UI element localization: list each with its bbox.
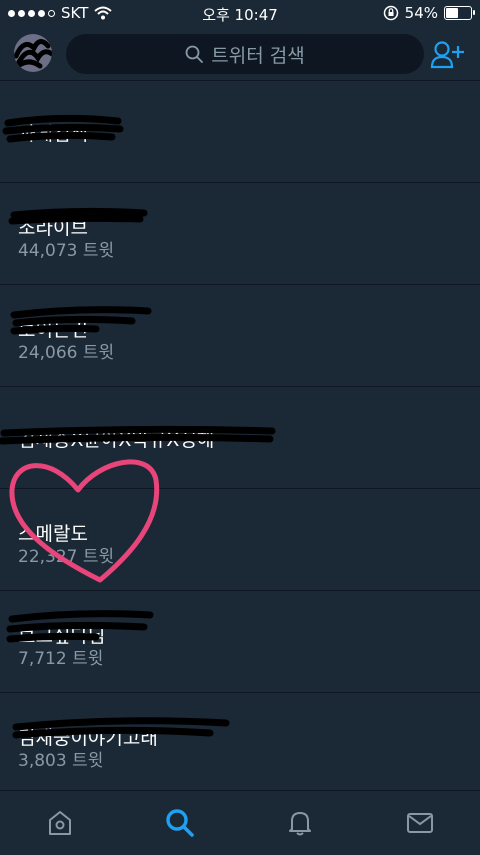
trend-item[interactable]: 보고싶다님 7,712 트윗 <box>0 591 480 693</box>
trend-count: 24,066 트윗 <box>18 343 115 363</box>
trend-item[interactable]: 보이는건 24,066 트윗 <box>0 285 480 387</box>
status-bar: SKT 오후 10:47 54% <box>0 0 480 28</box>
tab-home[interactable] <box>42 805 78 841</box>
trend-item[interactable]: 스메랄도 22,327 트윗 <box>0 489 480 591</box>
search-icon <box>185 45 204 63</box>
search-icon <box>166 809 194 837</box>
battery-percent: 54% <box>404 4 438 22</box>
add-user-icon <box>430 41 464 69</box>
bell-icon <box>289 812 311 836</box>
search-placeholder: 트위터 검색 <box>211 44 305 67</box>
mail-icon <box>407 813 433 833</box>
battery-area: 54% <box>383 4 475 22</box>
search-input[interactable]: 트위터 검색 <box>66 34 424 74</box>
avatar-scribble <box>14 39 52 72</box>
trend-count: 7,712 트윗 <box>18 649 104 669</box>
orientation-lock-icon <box>383 5 398 21</box>
tab-search[interactable] <box>162 805 198 841</box>
search-header: 트위터 검색 <box>0 28 480 81</box>
home-icon <box>49 811 71 835</box>
trend-list: 과게검색 조라이브 44,073 트윗 보이는건 24,066 트윗 김재중X윤… <box>0 81 480 795</box>
trend-count: 3,803 트윗 <box>18 751 104 771</box>
trend-count: 44,073 트윗 <box>18 241 115 261</box>
trend-count: 22,327 트윗 <box>18 547 115 567</box>
trend-title: 김재중X윤아X박규X정해 <box>18 429 215 451</box>
avatar[interactable] <box>14 34 52 72</box>
trend-item[interactable]: 조라이브 44,073 트윗 <box>0 183 480 285</box>
tab-bar <box>0 790 480 855</box>
add-user-button[interactable] <box>430 40 468 70</box>
trend-item[interactable]: 김재중이야기고래 3,803 트윗 <box>0 693 480 795</box>
trend-item[interactable]: 과게검색 <box>0 81 480 183</box>
tab-notifications[interactable] <box>282 805 318 841</box>
tab-messages[interactable] <box>402 805 438 841</box>
trend-item[interactable]: 김재중X윤아X박규X정해 <box>0 387 480 489</box>
trend-title: 과게검색 <box>18 123 88 145</box>
battery-icon <box>444 6 475 20</box>
